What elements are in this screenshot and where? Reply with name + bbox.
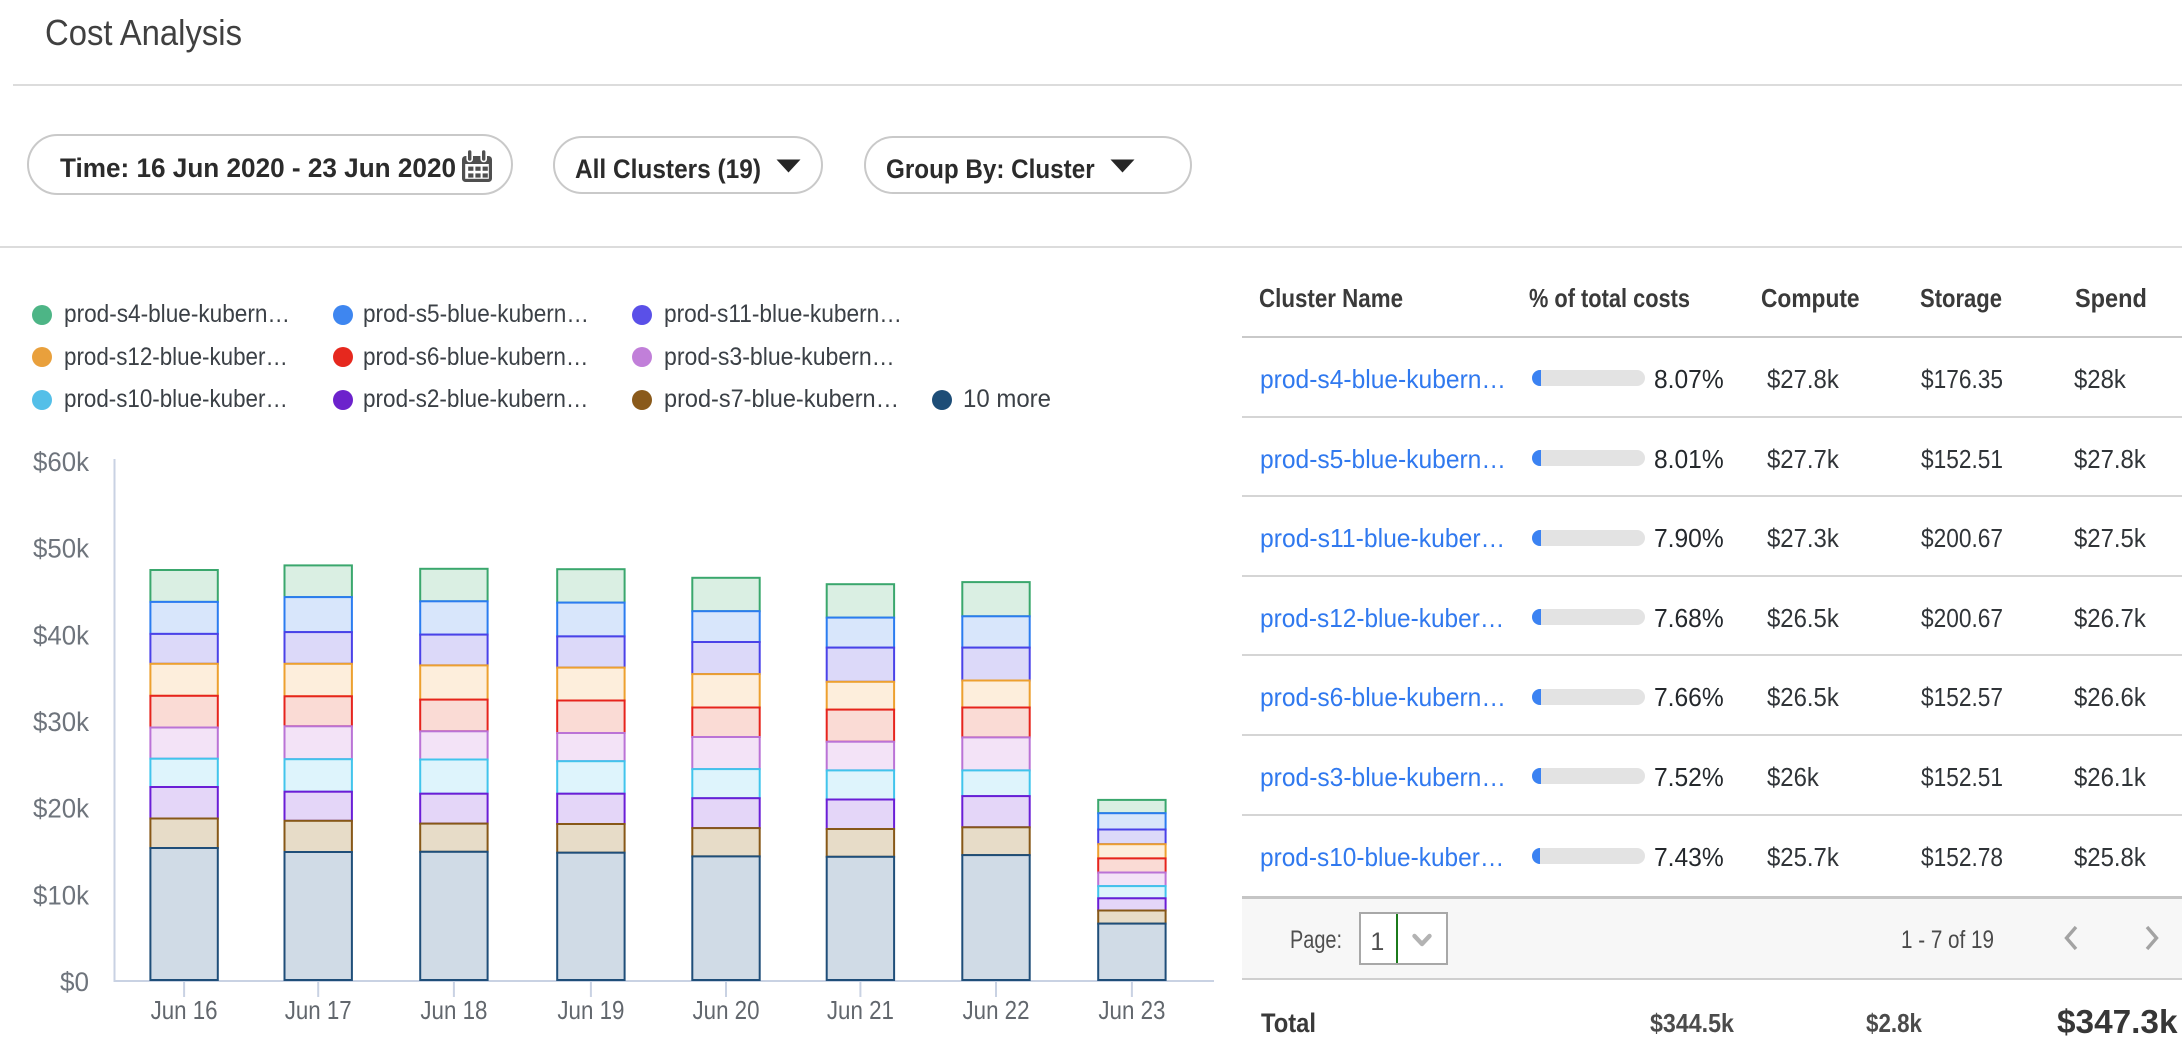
- svg-text:$60k: $60k: [33, 447, 89, 477]
- svg-text:$20k: $20k: [33, 794, 89, 824]
- svg-text:Jun 16: Jun 16: [151, 995, 218, 1025]
- svg-text:Jun 21: Jun 21: [827, 995, 894, 1025]
- svg-text:Jun 18: Jun 18: [420, 995, 487, 1025]
- svg-text:Jun 22: Jun 22: [963, 995, 1030, 1025]
- svg-text:Jun 19: Jun 19: [557, 995, 624, 1025]
- svg-text:Jun 20: Jun 20: [693, 995, 760, 1025]
- svg-text:Jun 17: Jun 17: [285, 995, 352, 1025]
- svg-text:$40k: $40k: [33, 620, 89, 650]
- svg-text:Jun 23: Jun 23: [1098, 995, 1165, 1025]
- svg-text:$10k: $10k: [33, 880, 89, 910]
- svg-text:$50k: $50k: [33, 534, 89, 564]
- svg-text:$0: $0: [60, 967, 89, 997]
- svg-text:$30k: $30k: [33, 707, 89, 737]
